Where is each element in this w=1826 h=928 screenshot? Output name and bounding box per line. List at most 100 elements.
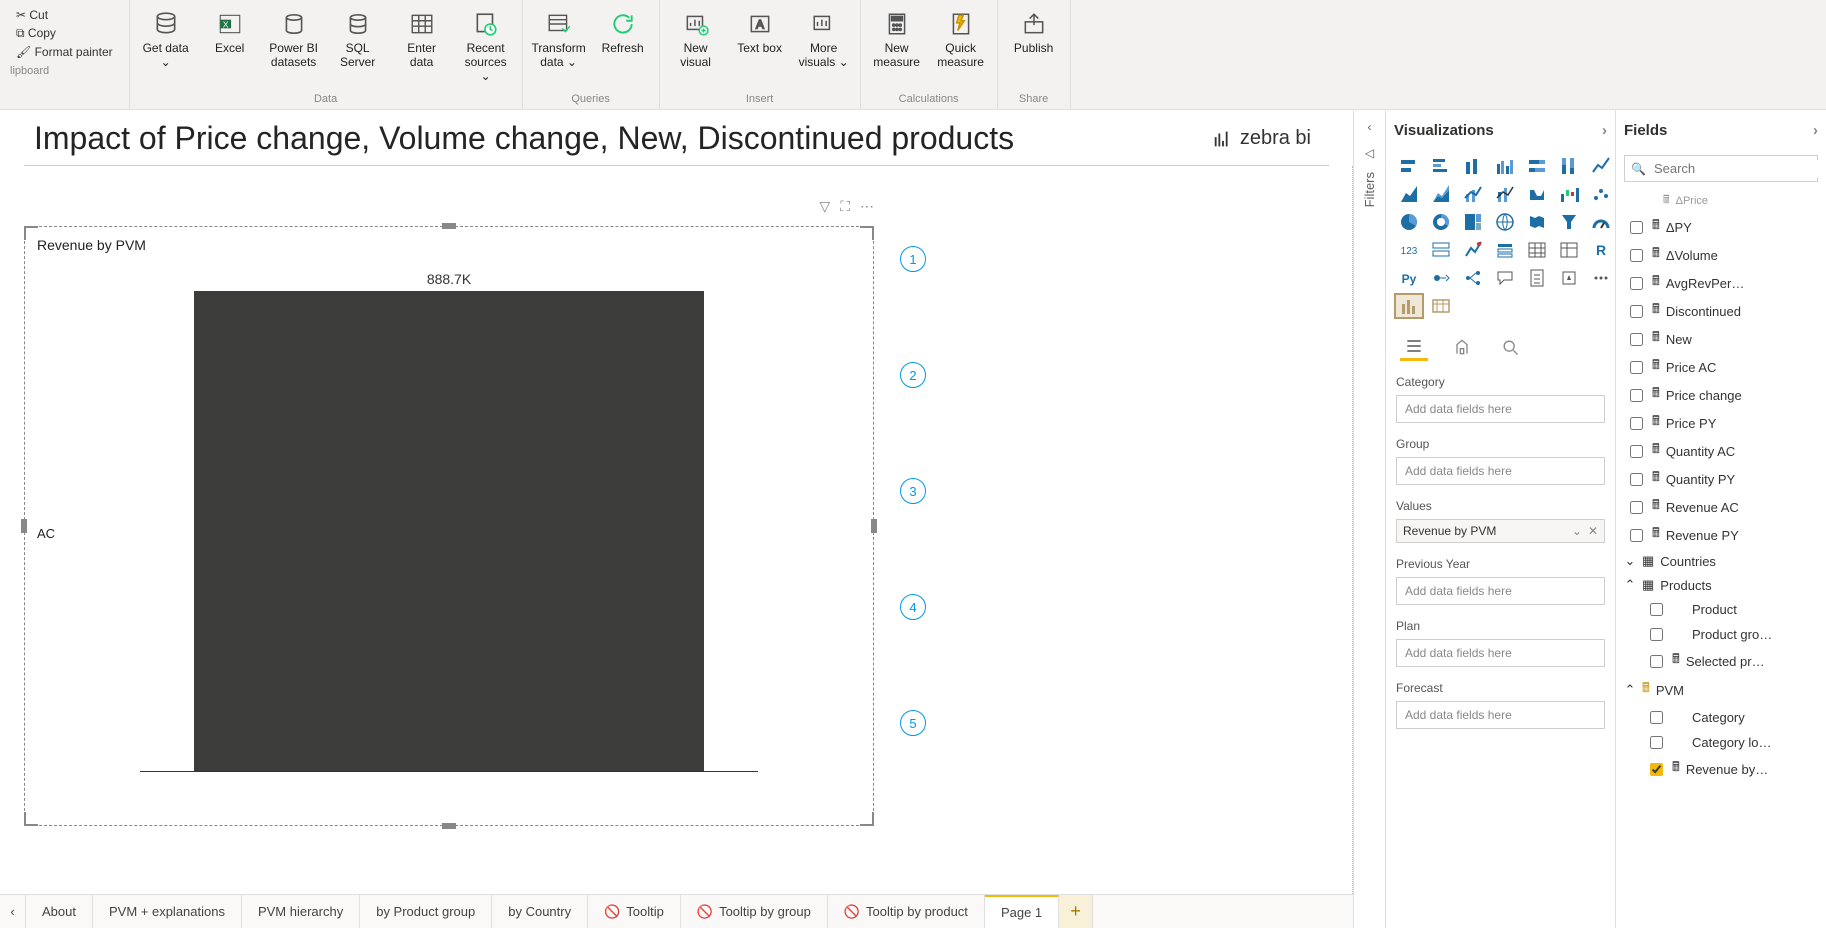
page-tab-pvm-hierarchy[interactable]: PVM hierarchy	[242, 895, 360, 928]
excel-button[interactable]: X Excel	[204, 4, 256, 56]
well-group[interactable]: Add data fields here	[1396, 457, 1605, 485]
viz-custom1-icon[interactable]	[1396, 295, 1422, 317]
well-category[interactable]: Add data fields here	[1396, 395, 1605, 423]
field-checkbox[interactable]	[1630, 417, 1643, 430]
viz-table-icon[interactable]	[1524, 239, 1550, 261]
new-visual-button[interactable]: New visual	[670, 4, 722, 70]
filter-icon[interactable]: ▽	[819, 198, 830, 215]
field-checkbox[interactable]	[1630, 529, 1643, 542]
copy-button[interactable]: ⧉ Copy	[16, 26, 56, 41]
field-price-change[interactable]: 🖩Price change	[1624, 381, 1822, 409]
refresh-button[interactable]: Refresh	[597, 4, 649, 56]
viz-gauge-icon[interactable]	[1588, 211, 1614, 233]
field-revenue-py[interactable]: 🖩Revenue PY	[1624, 521, 1822, 549]
resize-handle-left[interactable]	[21, 519, 27, 533]
fields-tab[interactable]	[1400, 333, 1428, 361]
cut-button[interactable]: ✂ Cut	[16, 8, 48, 22]
field-price-ac[interactable]: 🖩Price AC	[1624, 353, 1822, 381]
viz-r-icon[interactable]: R	[1588, 239, 1614, 261]
field-ΔPrice[interactable]: 🖩ΔPrice	[1624, 188, 1822, 213]
viz-custom2-icon[interactable]	[1428, 295, 1454, 317]
field-checkbox[interactable]	[1630, 473, 1643, 486]
filters-pane-collapsed[interactable]: ‹ ◁ Filters	[1354, 110, 1386, 928]
well-forecast[interactable]: Add data fields here	[1396, 701, 1605, 729]
page-tab-tooltip-by-group[interactable]: 🚫Tooltip by group	[681, 895, 828, 928]
slot-indicator-3[interactable]: 3	[900, 478, 926, 504]
viz-stacked-bar-icon[interactable]	[1396, 155, 1422, 177]
field-checkbox[interactable]	[1630, 249, 1643, 262]
field-selected-pr-[interactable]: 🖩Selected pr…	[1624, 647, 1822, 675]
viz-key-influencer-icon[interactable]	[1428, 267, 1454, 289]
field-product[interactable]: Product	[1624, 597, 1822, 622]
field-avgrevper-[interactable]: 🖩AvgRevPer…	[1624, 269, 1822, 297]
field-checkbox[interactable]	[1630, 305, 1643, 318]
field-new[interactable]: 🖩New	[1624, 325, 1822, 353]
viz-donut-icon[interactable]	[1428, 211, 1454, 233]
bookmark-icon[interactable]: ◁	[1365, 146, 1374, 160]
fields-search[interactable]: 🔍	[1624, 155, 1818, 182]
viz-ribbon-icon[interactable]	[1524, 183, 1550, 205]
viz-multirow-card-icon[interactable]	[1428, 239, 1454, 261]
field-revenue-ac[interactable]: 🖩Revenue AC	[1624, 493, 1822, 521]
page-tab-tooltip[interactable]: 🚫Tooltip	[588, 895, 681, 928]
viz-card-icon[interactable]: 123	[1396, 239, 1422, 261]
viz-pie-icon[interactable]	[1396, 211, 1422, 233]
viz-more-icon[interactable]	[1588, 267, 1614, 289]
field-checkbox[interactable]	[1650, 763, 1663, 776]
field-checkbox[interactable]	[1650, 711, 1663, 724]
field-product-gro-[interactable]: Product gro…	[1624, 622, 1822, 647]
viz-funnel-icon[interactable]	[1556, 211, 1582, 233]
slot-indicator-5[interactable]: 5	[900, 710, 926, 736]
page-tab-about[interactable]: About	[26, 895, 93, 928]
new-measure-button[interactable]: New measure	[871, 4, 923, 70]
field-checkbox[interactable]	[1630, 333, 1643, 346]
chip-remove-icon[interactable]: ✕	[1588, 524, 1598, 538]
enter-data-button[interactable]: Enter data	[396, 4, 448, 70]
field-category[interactable]: Category	[1624, 705, 1822, 730]
field-discontinued[interactable]: 🖩Discontinued	[1624, 297, 1822, 325]
slot-indicator-4[interactable]: 4	[900, 594, 926, 620]
expand-icon[interactable]: ⌃	[1624, 682, 1636, 698]
well-values-chip[interactable]: Revenue by PVM ⌄✕	[1396, 519, 1605, 543]
field-checkbox[interactable]	[1630, 361, 1643, 374]
page-tab-pvm-explanations[interactable]: PVM + explanations	[93, 895, 242, 928]
field--py[interactable]: 🖩ΔPY	[1624, 213, 1822, 241]
field-checkbox[interactable]	[1630, 501, 1643, 514]
sql-server-button[interactable]: SQL Server	[332, 4, 384, 70]
visual-container[interactable]: ▽ ⛶ ⋯ Revenue by PVM AC 888.7K	[24, 226, 874, 826]
viz-stacked-bar-100-icon[interactable]	[1524, 155, 1550, 177]
field-checkbox[interactable]	[1630, 389, 1643, 402]
well-py[interactable]: Add data fields here	[1396, 577, 1605, 605]
more-options-icon[interactable]: ⋯	[860, 198, 874, 215]
field--volume[interactable]: 🖩ΔVolume	[1624, 241, 1822, 269]
expand-icon[interactable]: ⌄	[1624, 553, 1636, 569]
page-tab-page-1[interactable]: Page 1	[985, 895, 1059, 928]
search-input[interactable]	[1652, 160, 1826, 177]
viz-paginated-icon[interactable]	[1524, 267, 1550, 289]
field-checkbox[interactable]	[1630, 277, 1643, 290]
recent-sources-button[interactable]: Recent sources ⌄	[460, 4, 512, 83]
table-products[interactable]: ⌃▦Products	[1624, 573, 1822, 597]
format-tab[interactable]	[1448, 333, 1476, 361]
chip-chevron-icon[interactable]: ⌄	[1572, 524, 1582, 538]
field-checkbox[interactable]	[1650, 628, 1663, 641]
analytics-tab[interactable]	[1496, 333, 1524, 361]
field-revenue-by-[interactable]: 🖩Revenue by…	[1624, 755, 1822, 783]
field-checkbox[interactable]	[1650, 603, 1663, 616]
report-canvas[interactable]: ▽ ⛶ ⋯ Revenue by PVM AC 888.7K	[0, 166, 1353, 894]
field-checkbox[interactable]	[1630, 221, 1643, 234]
expand-filters-icon[interactable]: ‹	[1368, 120, 1372, 134]
field-checkbox[interactable]	[1650, 655, 1663, 668]
collapse-fields-icon[interactable]: ›	[1813, 122, 1818, 139]
viz-slicer-icon[interactable]	[1492, 239, 1518, 261]
field-quantity-py[interactable]: 🖩Quantity PY	[1624, 465, 1822, 493]
page-tab-by-product-group[interactable]: by Product group	[360, 895, 492, 928]
viz-line-column-stacked-icon[interactable]	[1492, 183, 1518, 205]
focus-mode-icon[interactable]: ⛶	[840, 198, 850, 215]
pbi-datasets-button[interactable]: Power BI datasets	[268, 4, 320, 70]
page-tab-tooltip-by-product[interactable]: 🚫Tooltip by product	[828, 895, 985, 928]
field-checkbox[interactable]	[1630, 445, 1643, 458]
viz-clustered-column-icon[interactable]	[1492, 155, 1518, 177]
viz-stacked-column-icon[interactable]	[1460, 155, 1486, 177]
transform-data-button[interactable]: Transform data ⌄	[533, 4, 585, 70]
